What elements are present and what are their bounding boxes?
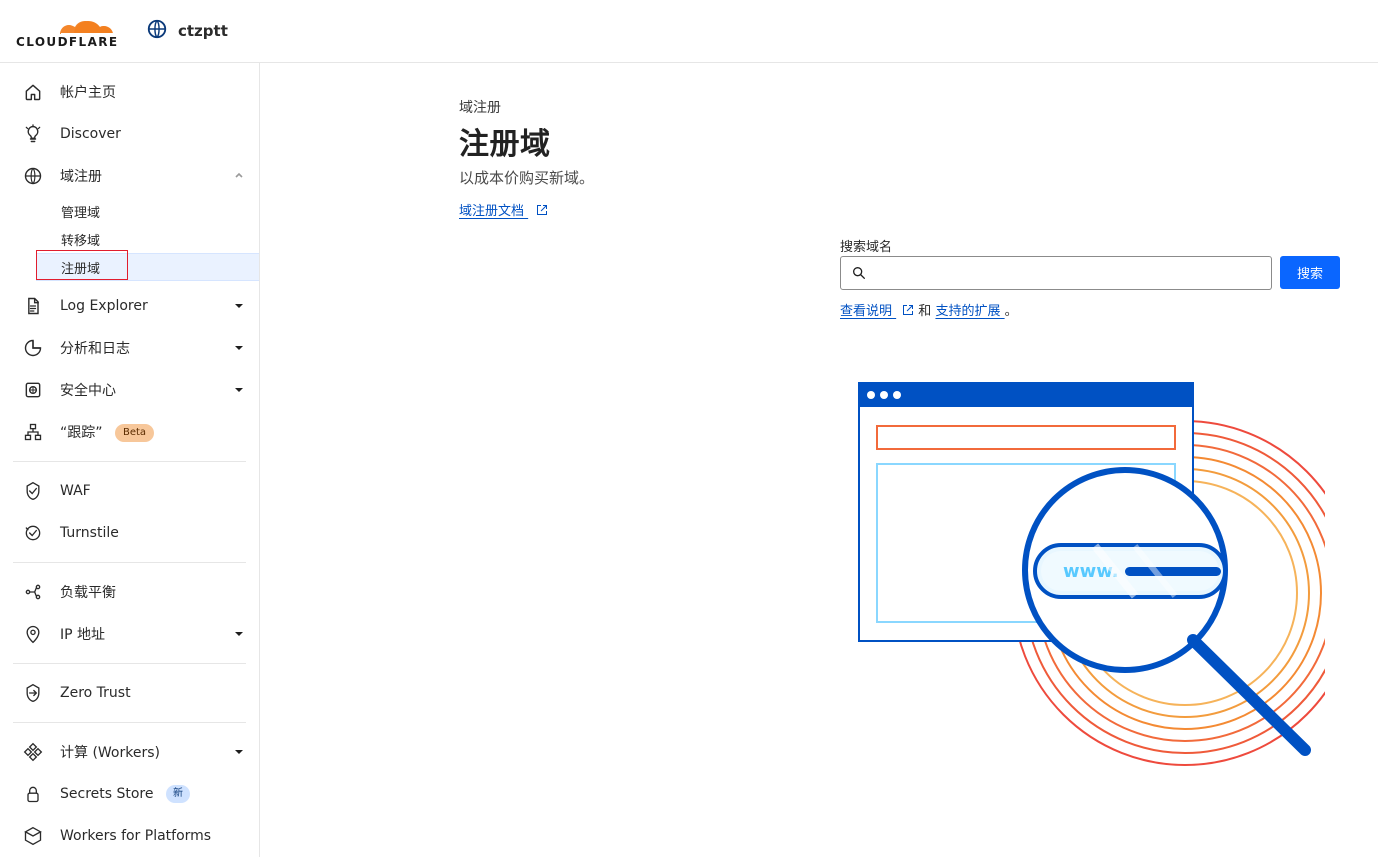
sidebar-item-secrets-store[interactable]: Secrets Store 新 bbox=[0, 776, 259, 812]
supported-extensions-link[interactable]: 支持的扩展 bbox=[935, 304, 1004, 319]
sidebar-sublabel: 管理域 bbox=[61, 205, 101, 221]
waf-icon bbox=[22, 480, 44, 502]
caret-down-icon[interactable] bbox=[233, 342, 245, 354]
box-icon bbox=[22, 825, 44, 847]
sidebar-item-discover[interactable]: Discover bbox=[0, 116, 259, 152]
sidebar-label: IP 地址 bbox=[60, 627, 106, 643]
sidebar-divider bbox=[13, 663, 246, 664]
sidebar-item-compute-workers[interactable]: 计算 (Workers) bbox=[0, 734, 259, 770]
sidebar-item-turnstile[interactable]: Turnstile bbox=[0, 515, 259, 551]
caret-down-icon[interactable] bbox=[233, 300, 245, 312]
breadcrumb: 域注册 bbox=[459, 100, 501, 116]
sidebar-subitem-manage-domains[interactable]: 管理域 bbox=[36, 197, 259, 225]
help-period: 。 bbox=[1004, 304, 1018, 319]
trace-icon bbox=[22, 421, 44, 443]
domain-search-illustration: www. bbox=[845, 378, 1358, 778]
top-header: CLOUDFLARE ctzptt bbox=[0, 0, 1378, 63]
chart-icon bbox=[22, 337, 44, 359]
lock-icon bbox=[22, 783, 44, 805]
external-link-icon bbox=[902, 304, 914, 320]
sidebar-label: WAF bbox=[60, 483, 91, 499]
log-icon bbox=[22, 295, 44, 317]
home-icon bbox=[22, 81, 44, 103]
search-button[interactable]: 搜索 bbox=[1280, 256, 1340, 289]
bulb-icon bbox=[22, 123, 44, 145]
account-globe-icon bbox=[146, 18, 168, 44]
sidebar-label: Log Explorer bbox=[60, 298, 148, 314]
sidebar: 帐户主页 Discover 域注册 管理域 转移域 注册域 Log Explor… bbox=[0, 63, 260, 857]
security-icon bbox=[22, 379, 44, 401]
main-content: 域注册 注册域 以成本价购买新域。 域注册文档 搜索域名 搜索 查看说明 和 支… bbox=[260, 63, 1378, 857]
sidebar-item-log-explorer[interactable]: Log Explorer bbox=[0, 288, 259, 324]
new-badge: 新 bbox=[165, 785, 190, 803]
sidebar-subitem-register-domains[interactable]: 注册域 bbox=[36, 253, 259, 281]
cloudflare-logo[interactable]: CLOUDFLARE bbox=[16, 10, 126, 52]
domain-registration-docs-link-text: 域注册文档 bbox=[459, 204, 525, 219]
search-help-line: 查看说明 和 支持的扩展 。 bbox=[840, 300, 1018, 320]
help-and-text: 和 bbox=[918, 304, 932, 319]
caret-down-icon[interactable] bbox=[233, 746, 245, 758]
sidebar-label: 计算 (Workers) bbox=[60, 745, 160, 761]
sidebar-label: 分析和日志 bbox=[60, 341, 130, 357]
sidebar-item-ip-addresses[interactable]: IP 地址 bbox=[0, 616, 259, 652]
zero-trust-icon bbox=[22, 682, 44, 704]
globe-icon bbox=[22, 165, 44, 187]
page-title: 注册域 bbox=[459, 127, 551, 162]
search-input-container[interactable] bbox=[840, 256, 1272, 291]
sidebar-item-analytics-logs[interactable]: 分析和日志 bbox=[0, 330, 259, 366]
sidebar-label: 域注册 bbox=[60, 169, 102, 185]
caret-down-icon[interactable] bbox=[233, 628, 245, 640]
sidebar-label: Turnstile bbox=[60, 525, 119, 541]
sidebar-item-security-center[interactable]: 安全中心 bbox=[0, 372, 259, 408]
search-domain-label: 搜索域名 bbox=[840, 240, 893, 255]
sidebar-label: “跟踪” Beta bbox=[60, 422, 155, 442]
sidebar-item-load-balancing[interactable]: 负载平衡 bbox=[0, 574, 259, 610]
location-icon bbox=[22, 623, 44, 645]
load-balance-icon bbox=[22, 581, 44, 603]
chevron-up-icon[interactable] bbox=[233, 170, 245, 182]
supported-extensions-text: 支持的扩展 bbox=[935, 304, 1001, 319]
sidebar-label: Zero Trust bbox=[60, 685, 131, 701]
sidebar-label: Secrets Store 新 bbox=[60, 785, 190, 803]
sidebar-item-zero-trust[interactable]: Zero Trust bbox=[0, 675, 259, 711]
sidebar-label-text: Secrets Store bbox=[60, 786, 154, 802]
sidebar-item-workers-for-platforms[interactable]: Workers for Platforms bbox=[0, 818, 259, 854]
sidebar-sublabel: 转移域 bbox=[61, 233, 101, 249]
sidebar-item-trace[interactable]: “跟踪” Beta bbox=[0, 414, 259, 450]
sidebar-sublabel: 注册域 bbox=[61, 261, 101, 277]
external-link-icon bbox=[536, 204, 548, 220]
page-subtitle: 以成本价购买新域。 bbox=[459, 169, 595, 187]
search-icon bbox=[851, 265, 867, 281]
illustration-svg: www. bbox=[858, 382, 1358, 766]
sidebar-divider bbox=[13, 562, 246, 563]
view-instructions-text: 查看说明 bbox=[840, 304, 893, 319]
beta-badge: Beta bbox=[114, 424, 155, 442]
domain-registration-docs-link[interactable]: 域注册文档 bbox=[459, 200, 548, 220]
sidebar-label: 负载平衡 bbox=[60, 585, 116, 601]
cloudflare-wordmark: CLOUDFLARE bbox=[16, 35, 119, 49]
view-instructions-link[interactable]: 查看说明 bbox=[840, 304, 896, 319]
account-switcher[interactable]: ctzptt bbox=[146, 18, 228, 44]
turnstile-icon bbox=[22, 522, 44, 544]
sidebar-divider bbox=[13, 461, 246, 462]
account-name: ctzptt bbox=[178, 22, 228, 40]
domain-search-input[interactable] bbox=[873, 257, 1269, 291]
caret-down-icon[interactable] bbox=[233, 384, 245, 396]
sidebar-item-waf[interactable]: WAF bbox=[0, 473, 259, 509]
page: CLOUDFLARE ctzptt 帐户主页 Discover 域注册 管理域 … bbox=[0, 0, 1378, 857]
sidebar-label: Discover bbox=[60, 126, 121, 142]
sidebar-divider bbox=[13, 722, 246, 723]
sidebar-item-account-home[interactable]: 帐户主页 bbox=[0, 74, 259, 110]
sidebar-label: Workers for Platforms bbox=[60, 828, 212, 844]
sidebar-item-domain-registration[interactable]: 域注册 bbox=[0, 158, 259, 194]
sidebar-subitem-transfer-domains[interactable]: 转移域 bbox=[36, 225, 259, 253]
sidebar-label: 安全中心 bbox=[60, 383, 116, 399]
workers-icon bbox=[22, 741, 44, 763]
sidebar-label-text: “跟踪” bbox=[60, 425, 103, 441]
sidebar-label: 帐户主页 bbox=[60, 85, 116, 101]
